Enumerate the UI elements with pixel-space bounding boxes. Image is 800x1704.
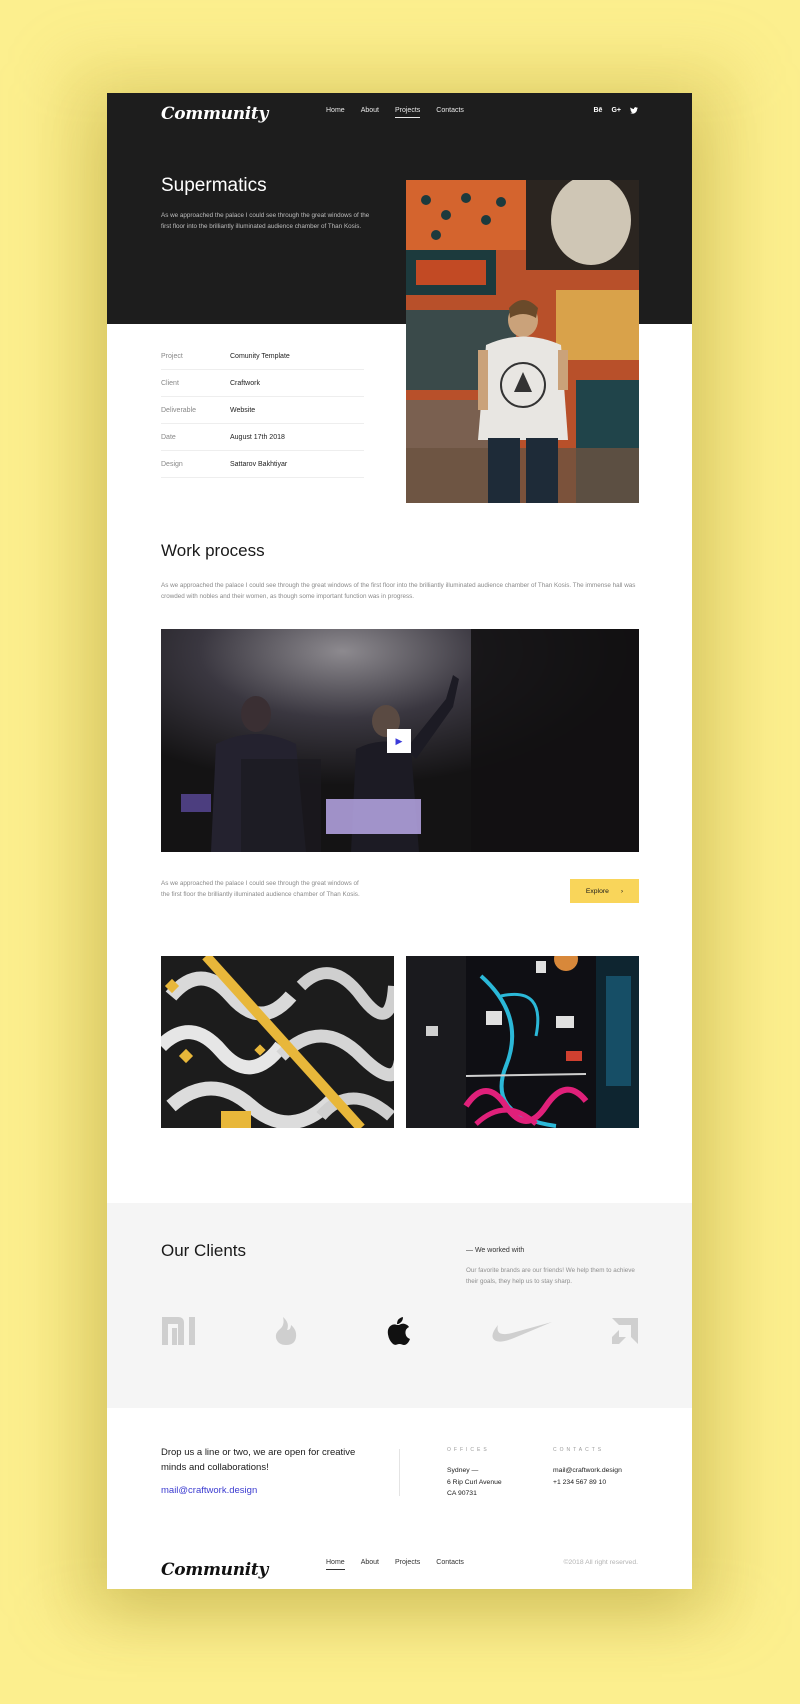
offices-address: Sydney — 6 Rip Curl Avenue CA 90731 bbox=[447, 1465, 502, 1500]
twitter-icon[interactable] bbox=[630, 107, 638, 116]
top-nav: Home About Projects Contacts bbox=[326, 107, 464, 118]
clients-description: Our favorite brands are our friends! We … bbox=[466, 1267, 635, 1286]
contacts-info: mail@craftwork.design +1 234 567 89 10 bbox=[553, 1465, 622, 1488]
page-card: Community Home About Projects Contacts B… bbox=[107, 93, 692, 1589]
nike-logo bbox=[489, 1316, 553, 1346]
footer-logo[interactable]: Community bbox=[161, 1560, 268, 1580]
detail-label: Deliverable bbox=[161, 406, 197, 414]
work-process-title: Work process bbox=[161, 541, 265, 560]
detail-row: Project Comunity Template bbox=[161, 343, 364, 370]
detail-row: Date August 17th 2018 bbox=[161, 424, 364, 451]
explore-label: Explore bbox=[585, 887, 609, 895]
logo[interactable]: Community bbox=[161, 104, 268, 124]
detail-value: Craftwork bbox=[230, 379, 260, 387]
contact-phone[interactable]: +1 234 567 89 10 bbox=[553, 1477, 622, 1489]
gallery-image-calligraphy bbox=[161, 956, 394, 1128]
project-details: Project Comunity Template Client Craftwo… bbox=[161, 343, 364, 478]
hero-image bbox=[406, 180, 639, 503]
footer-nav-home[interactable]: Home bbox=[326, 1559, 345, 1570]
footer-nav: Home About Projects Contacts bbox=[326, 1559, 464, 1570]
clients-section: Our Clients — We worked with Our favorit… bbox=[107, 1203, 692, 1408]
copyright: ©2018 All right reserved. bbox=[563, 1559, 638, 1566]
contact-email[interactable]: mail@craftwork.design bbox=[553, 1465, 622, 1477]
office-line: 6 Rip Curl Avenue bbox=[447, 1478, 502, 1486]
amd-logo bbox=[611, 1316, 639, 1346]
video-player[interactable]: ▶ bbox=[161, 629, 639, 852]
play-button[interactable]: ▶ bbox=[387, 729, 411, 753]
office-line: Sydney — bbox=[447, 1467, 479, 1474]
social-links: Bē G+ bbox=[594, 107, 638, 116]
detail-value: Comunity Template bbox=[230, 352, 290, 360]
footer-nav-about[interactable]: About bbox=[361, 1559, 379, 1570]
apple-logo bbox=[385, 1316, 413, 1346]
detail-label: Client bbox=[161, 379, 179, 387]
footer-nav-projects[interactable]: Projects bbox=[395, 1559, 420, 1570]
page-title: Supermatics bbox=[161, 175, 267, 196]
nav-projects[interactable]: Projects bbox=[394, 107, 421, 118]
detail-row: Deliverable Website bbox=[161, 397, 364, 424]
office-line: CA 90731 bbox=[447, 1490, 477, 1498]
clients-subtitle: — We worked with bbox=[466, 1247, 525, 1254]
contact-email-link[interactable]: mail@craftwork.design bbox=[161, 1485, 257, 1496]
offices-heading: OFFICES bbox=[447, 1447, 490, 1453]
nav-about[interactable]: About bbox=[361, 107, 379, 118]
contacts-heading: CONTACTS bbox=[553, 1447, 605, 1453]
tinder-logo bbox=[273, 1316, 299, 1346]
detail-value: August 17th 2018 bbox=[230, 433, 285, 441]
detail-label: Project bbox=[161, 352, 183, 360]
nav-home[interactable]: Home bbox=[326, 107, 345, 118]
detail-value: Sattarov Bakhtiyar bbox=[230, 460, 288, 468]
contact-pitch: Drop us a line or two, we are open for c… bbox=[161, 1447, 356, 1474]
divider bbox=[399, 1449, 400, 1496]
footer-nav-contacts[interactable]: Contacts bbox=[436, 1559, 464, 1570]
video-caption: As we approached the palace I could see … bbox=[161, 880, 360, 899]
work-process-description: As we approached the palace I could see … bbox=[161, 582, 636, 601]
detail-label: Design bbox=[161, 460, 183, 468]
play-icon: ▶ bbox=[395, 735, 403, 746]
google-plus-icon[interactable]: G+ bbox=[611, 107, 621, 116]
nav-contacts[interactable]: Contacts bbox=[436, 107, 464, 118]
xiaomi-logo bbox=[161, 1316, 197, 1346]
detail-value: Website bbox=[230, 406, 256, 414]
detail-label: Date bbox=[161, 433, 176, 441]
explore-button[interactable]: Explore › bbox=[570, 879, 639, 903]
hero-description: As we approached the palace I could see … bbox=[161, 212, 370, 231]
behance-icon[interactable]: Bē bbox=[594, 107, 603, 116]
clients-title: Our Clients bbox=[161, 1241, 247, 1260]
gallery-image-graffiti bbox=[406, 956, 639, 1128]
detail-row: Client Craftwork bbox=[161, 370, 364, 397]
detail-row: Design Sattarov Bakhtiyar bbox=[161, 451, 364, 478]
chevron-right-icon: › bbox=[620, 887, 624, 895]
